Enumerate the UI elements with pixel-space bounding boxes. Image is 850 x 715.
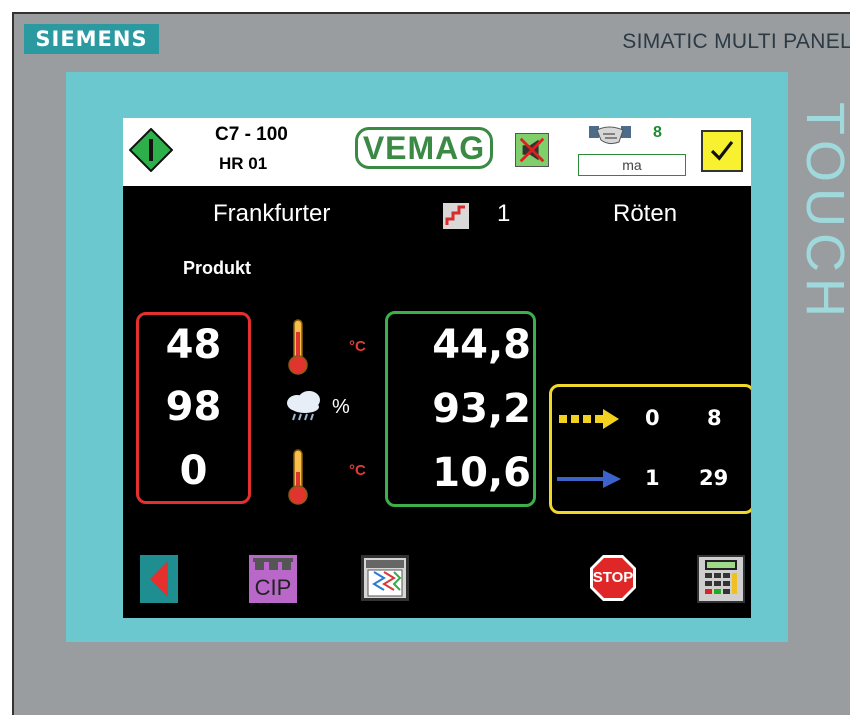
- confirm-button[interactable]: [701, 130, 743, 172]
- step-icon: [443, 203, 469, 229]
- keypad-icon: [705, 560, 737, 594]
- chart-recorder-icon: [366, 560, 404, 597]
- counter-right-2: 29: [699, 466, 729, 490]
- counter-box: [549, 384, 751, 514]
- step-number: 1: [497, 200, 511, 227]
- thermometer-icon: [288, 449, 308, 505]
- handshake-icon[interactable]: [589, 120, 631, 150]
- setpoint-temp[interactable]: 48: [136, 322, 251, 368]
- hmi-screen: C7 - 100 HR 01 VEMAG 8 ma Frankfurter 1 …: [123, 118, 751, 618]
- header-bar: C7 - 100 HR 01 VEMAG 8 ma: [123, 118, 751, 186]
- vemag-logo: VEMAG: [355, 127, 493, 169]
- dashed-yellow-arrow-icon: [559, 409, 619, 429]
- unit-id: HR 01: [219, 154, 268, 173]
- process-name: Röten: [613, 200, 678, 227]
- actual-temp: 44,8: [432, 322, 531, 368]
- cip-nozzles-icon: [253, 558, 293, 570]
- unit-celsius-1: °C: [349, 338, 366, 355]
- product-name: Frankfurter: [213, 200, 331, 227]
- humidity-cloud-icon: [287, 391, 320, 421]
- unit-celsius-2: °C: [349, 462, 366, 479]
- unit-percent: %: [332, 396, 350, 418]
- brand-logo: SIEMENS: [24, 24, 159, 54]
- checkmark-icon: [710, 140, 734, 161]
- actual-core-temp: 10,6: [432, 450, 531, 496]
- touch-label: TOUCH: [795, 102, 850, 324]
- stop-button[interactable]: STOP: [589, 554, 637, 602]
- setpoint-humidity[interactable]: 98: [136, 384, 251, 430]
- keypad-button[interactable]: [697, 555, 745, 603]
- produkt-label: Produkt: [183, 258, 252, 278]
- stop-label: STOP: [592, 569, 634, 586]
- counter-left-2: 1: [645, 466, 660, 490]
- operator-field[interactable]: ma: [578, 154, 686, 176]
- cip-label: CIP: [254, 575, 292, 600]
- actual-humidity: 93,2: [432, 386, 531, 432]
- thermometer-icon: [288, 319, 308, 375]
- cip-button[interactable]: CIP: [249, 555, 297, 603]
- machine-code: C7 - 100: [215, 124, 288, 145]
- back-arrow-icon: [150, 561, 168, 597]
- blue-arrow-icon: [557, 470, 621, 488]
- start-button[interactable]: [129, 128, 173, 172]
- back-button[interactable]: [140, 555, 178, 603]
- counter-right-1: 8: [707, 406, 722, 430]
- operator-count: 8: [653, 124, 662, 141]
- counter-left-1: 0: [645, 406, 660, 430]
- recorder-button[interactable]: [361, 555, 409, 601]
- setpoint-core-temp[interactable]: 0: [136, 448, 251, 494]
- device-model-label: SIMATIC MULTI PANEL: [622, 30, 850, 53]
- horn-mute-button[interactable]: [515, 133, 549, 167]
- horn-off-icon: [519, 137, 545, 163]
